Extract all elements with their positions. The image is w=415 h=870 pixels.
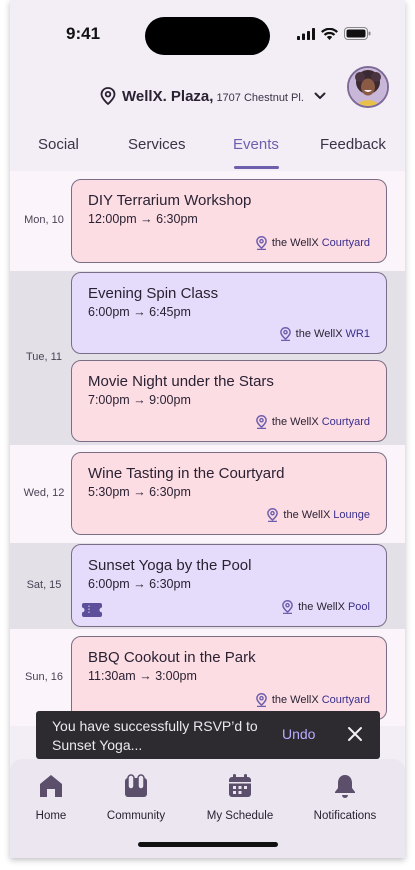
event-card[interactable]: Wine Tasting in the Courtyard 5:30pm → 6… [71, 452, 387, 535]
day-group-tue-11: Tue, 11 Evening Spin Class 6:00pm → 6:45… [10, 271, 405, 445]
nav-community[interactable]: Community [100, 773, 172, 822]
event-card[interactable]: Sunset Yoga by the Pool 6:00pm → 6:30pm … [71, 544, 387, 627]
location-name: WellX. Plaza, [122, 87, 214, 105]
nav-notifications[interactable]: Notifications [308, 773, 382, 822]
event-time: 7:00pm → 9:00pm [88, 393, 191, 407]
event-title: Evening Spin Class [88, 285, 219, 302]
event-time: 5:30pm → 6:30pm [88, 485, 191, 499]
community-icon [125, 774, 147, 797]
event-time: 12:00pm → 6:30pm [88, 212, 198, 226]
location-pin-icon [267, 508, 279, 522]
day-group-mon-10: Mon, 10 DIY Terrarium Workshop 12:00pm →… [10, 171, 405, 271]
day-group-sat-15: Sat, 15 Sunset Yoga by the Pool 6:00pm →… [10, 543, 405, 629]
nav-my-schedule[interactable]: My Schedule [202, 773, 278, 822]
close-icon[interactable] [347, 726, 363, 742]
nav-label: My Schedule [206, 810, 274, 822]
location-pin-icon [255, 693, 267, 707]
event-card[interactable]: BBQ Cookout in the Park 11:30am → 3:00pm… [71, 636, 387, 720]
event-time: 6:00pm → 6:30pm [88, 577, 191, 591]
avatar-image [349, 68, 387, 106]
tab-services[interactable]: Services [128, 136, 186, 153]
location-selector[interactable]: WellX. Plaza, 1707 Chestnut Pl. [100, 84, 326, 108]
day-label: Tue, 11 [25, 351, 63, 363]
nav-label: Home [35, 810, 67, 822]
event-card[interactable]: Evening Spin Class 6:00pm → 6:45pm the W… [71, 272, 387, 354]
phone-screen: 9:41 WellX. Plaza, 1707 Chestnut Pl. Soc… [10, 0, 405, 858]
chevron-down-icon [314, 92, 326, 99]
calendar-icon [229, 774, 251, 797]
ticket-icon [82, 603, 102, 617]
bell-icon [335, 775, 355, 798]
event-card[interactable]: Movie Night under the Stars 7:00pm → 9:0… [71, 360, 387, 442]
location-pin-icon [255, 236, 267, 250]
event-time: 11:30am → 3:00pm [88, 669, 197, 683]
event-title: BBQ Cookout in the Park [88, 649, 256, 666]
event-location: the WellX Courtyard [255, 236, 370, 250]
day-group-wed-12: Wed, 12 Wine Tasting in the Courtyard 5:… [10, 445, 405, 543]
day-label: Sun, 16 [25, 671, 63, 683]
status-time: 9:41 [66, 24, 101, 43]
status-bar: 9:41 [10, 0, 405, 62]
event-location: the WellX Lounge [267, 508, 370, 522]
location-pin-icon [279, 327, 291, 341]
nav-label: Notifications [313, 810, 377, 822]
home-indicator [138, 842, 278, 847]
wifi-icon [321, 27, 338, 40]
location-pin-icon [100, 87, 116, 105]
event-title: Movie Night under the Stars [88, 373, 274, 390]
location-pin-icon [282, 600, 293, 614]
dynamic-island [145, 17, 270, 55]
location-pin-icon [255, 415, 267, 429]
tab-social[interactable]: Social [38, 136, 79, 153]
avatar[interactable] [347, 66, 389, 108]
battery-icon [344, 27, 371, 40]
status-icons [297, 27, 371, 40]
day-label: Mon, 10 [24, 214, 64, 226]
event-location: the WellX Courtyard [255, 693, 370, 707]
event-location: the WellX Courtyard [255, 415, 370, 429]
event-time: 6:00pm → 6:45pm [88, 305, 191, 319]
snackbar-message: You have successfully RSVP’d to Sunset Y… [52, 718, 258, 753]
event-title: DIY Terrarium Workshop [88, 192, 252, 209]
tab-bar: Social Services Events Feedback [10, 128, 405, 170]
event-card[interactable]: DIY Terrarium Workshop 12:00pm → 6:30pm … [71, 179, 387, 263]
nav-label: Community [106, 810, 166, 822]
tab-events[interactable]: Events [233, 136, 279, 153]
rsvp-snackbar: You have successfully RSVP’d to Sunset Y… [36, 711, 380, 759]
day-label: Wed, 12 [23, 487, 65, 499]
events-list[interactable]: Mon, 10 DIY Terrarium Workshop 12:00pm →… [10, 171, 405, 726]
bottom-nav: Home Community My Schedule Notifications [10, 759, 405, 858]
undo-button[interactable]: Undo [282, 726, 315, 742]
event-title: Sunset Yoga by the Pool [88, 557, 252, 574]
tab-feedback[interactable]: Feedback [320, 136, 386, 153]
event-location: the WellX WR1 [279, 327, 370, 341]
event-title: Wine Tasting in the Courtyard [88, 465, 285, 482]
location-address: 1707 Chestnut Pl. [216, 91, 304, 104]
event-location: the WellX Pool [282, 600, 370, 614]
day-label: Sat, 15 [26, 579, 62, 591]
nav-home[interactable]: Home [32, 773, 70, 822]
home-icon [40, 775, 62, 797]
active-tab-indicator [234, 166, 279, 169]
signal-icon [297, 27, 315, 40]
